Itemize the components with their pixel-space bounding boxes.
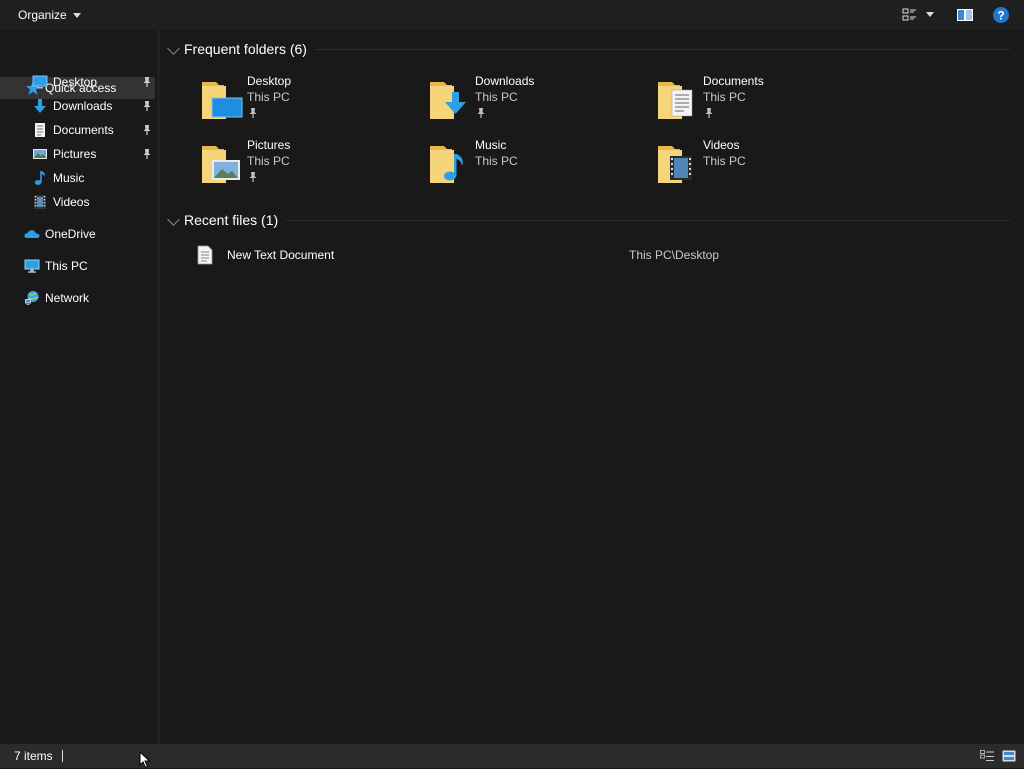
music-icon: [34, 171, 45, 185]
svg-text:?: ?: [997, 9, 1004, 23]
sidebar-item-label: Network: [45, 291, 90, 305]
chevron-down-icon: [72, 13, 81, 19]
sidebar-item-label: Desktop: [53, 75, 98, 89]
sidebar-item-documents[interactable]: Documents: [0, 119, 155, 141]
sidebar-item-label: Videos: [53, 195, 90, 209]
sidebar-item-label: Pictures: [53, 147, 97, 161]
downloads-icon: [34, 99, 46, 113]
sidebar-item-music[interactable]: Music: [0, 167, 155, 189]
pin-icon: [143, 125, 151, 135]
pictures-folder-icon: [202, 146, 240, 183]
folder-location: This PC: [247, 154, 290, 168]
sidebar-item-pictures[interactable]: Pictures: [0, 143, 155, 165]
frequent-folders-title: Frequent folders (6): [184, 41, 307, 57]
pin-icon: [249, 172, 257, 182]
folder-tile-documents[interactable]: Documents This PC: [656, 74, 876, 130]
recent-files-title: Recent files (1): [184, 212, 279, 228]
sidebar-item-label: Downloads: [53, 99, 113, 113]
folder-name: Pictures: [247, 138, 291, 152]
folder-location: This PC: [703, 154, 746, 168]
folder-name: Documents: [703, 74, 764, 88]
sidebar-item-label: Documents: [53, 123, 114, 137]
folder-name: Videos: [703, 138, 740, 152]
network-icon: [25, 291, 39, 305]
folder-location: This PC: [703, 90, 746, 104]
command-bar: Organize ?: [0, 0, 1024, 30]
pin-icon: [477, 108, 485, 118]
frequent-folders-header[interactable]: Frequent folders (6): [164, 38, 307, 60]
content-pane: Frequent folders (6) Desktop This PC Dow…: [160, 30, 1024, 744]
status-bar: 7 items: [0, 744, 1024, 768]
sidebar-item-label: This PC: [45, 259, 88, 273]
sidebar-item-onedrive[interactable]: OneDrive: [0, 223, 155, 245]
documents-icon: [35, 123, 45, 137]
folder-tile-music[interactable]: Music This PC: [428, 138, 648, 194]
chevron-down-icon: [167, 42, 180, 56]
view-options-dropdown-icon[interactable]: [926, 12, 934, 17]
recent-file-path: This PC\Desktop: [629, 248, 720, 262]
help-icon[interactable]: ?: [992, 6, 1010, 24]
videos-icon: [34, 195, 46, 209]
videos-folder-icon: [658, 146, 692, 183]
downloads-folder-icon: [430, 82, 466, 119]
folder-name: Desktop: [247, 74, 292, 88]
text-file-icon: [197, 245, 213, 265]
folder-name: Music: [475, 138, 507, 152]
computer-icon: [24, 259, 40, 273]
large-icons-view-icon[interactable]: [1002, 750, 1016, 762]
cloud-icon: [24, 230, 40, 238]
desktop-folder-icon: [202, 82, 243, 119]
pin-icon: [143, 101, 151, 111]
view-options-icon[interactable]: [901, 6, 917, 24]
sidebar-item-this-pc[interactable]: This PC: [0, 255, 155, 277]
folder-location: This PC: [247, 90, 290, 104]
pin-icon: [705, 108, 713, 118]
item-count: 7 items: [14, 749, 53, 763]
sidebar-item-label: OneDrive: [45, 227, 96, 241]
folder-tile-downloads[interactable]: Downloads This PC: [428, 74, 648, 130]
folder-tile-desktop[interactable]: Desktop This PC: [200, 74, 420, 130]
organize-label: Organize: [18, 8, 67, 22]
section-divider: [315, 49, 1010, 50]
documents-folder-icon: [658, 82, 693, 119]
folder-location: This PC: [475, 90, 518, 104]
sidebar-item-downloads[interactable]: Downloads: [0, 95, 155, 117]
chevron-down-icon: [167, 213, 180, 227]
music-folder-icon: [430, 146, 463, 183]
details-view-icon[interactable]: [980, 750, 994, 762]
recent-file-row[interactable]: New Text Document This PC\Desktop: [196, 243, 996, 267]
recent-files-header[interactable]: Recent files (1): [164, 209, 278, 231]
folder-tile-videos[interactable]: Videos This PC: [656, 138, 876, 194]
sidebar-item-desktop[interactable]: Desktop: [0, 71, 155, 93]
mouse-pointer-icon: [139, 751, 151, 769]
organize-menu-button[interactable]: Organize: [18, 8, 81, 22]
section-divider: [286, 220, 1010, 221]
sidebar-item-videos[interactable]: Videos: [0, 191, 155, 213]
pin-icon: [249, 108, 257, 118]
sidebar-item-network[interactable]: Network: [0, 287, 155, 309]
sidebar-item-label: Music: [53, 171, 85, 185]
pictures-icon: [33, 149, 47, 159]
folder-name: Downloads: [475, 74, 535, 88]
preview-pane-icon[interactable]: [956, 6, 974, 24]
pin-icon: [143, 149, 151, 159]
recent-file-name: New Text Document: [227, 248, 335, 262]
folder-location: This PC: [475, 154, 518, 168]
folder-tile-pictures[interactable]: Pictures This PC: [200, 138, 420, 194]
status-separator: [62, 750, 63, 762]
desktop-icon: [32, 75, 48, 89]
pin-icon: [143, 77, 151, 87]
